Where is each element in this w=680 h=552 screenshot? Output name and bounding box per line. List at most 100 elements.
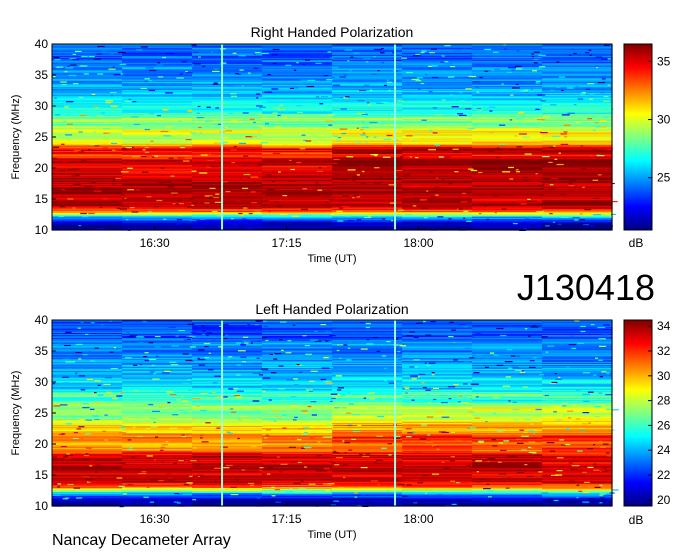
noise-speck: [282, 399, 285, 401]
noise-speck: [290, 168, 295, 171]
noise-speck: [370, 480, 378, 482]
noise-speck: [571, 465, 580, 467]
noise-speck: [196, 405, 201, 407]
noise-speck: [241, 469, 246, 471]
noise-speck: [537, 437, 541, 439]
noise-speck: [96, 148, 102, 150]
noise-speck: [340, 96, 343, 99]
noise-speck: [101, 50, 107, 52]
noise-speck: [339, 207, 344, 209]
noise-speck: [148, 358, 157, 360]
noise-speck: [529, 360, 535, 362]
noise-speck: [350, 56, 354, 58]
noise-speck: [364, 501, 372, 503]
noise-speck: [589, 54, 593, 56]
noise-speck: [242, 340, 251, 342]
noise-speck: [423, 320, 426, 323]
noise-speck: [257, 130, 261, 132]
noise-speck: [498, 153, 507, 155]
colorbar-tick-label: 28: [657, 394, 671, 408]
noise-speck: [307, 79, 316, 81]
noise-speck: [535, 80, 541, 83]
noise-speck: [582, 393, 590, 395]
noise-speck: [268, 466, 274, 469]
noise-speck: [166, 391, 174, 393]
noise-speck: [153, 421, 156, 423]
noise-speck: [347, 60, 350, 62]
noise-speck: [424, 362, 427, 364]
noise-speck: [395, 358, 399, 360]
noise-speck: [313, 223, 319, 225]
noise-speck: [78, 151, 85, 153]
noise-speck: [179, 486, 187, 488]
noise-speck: [416, 77, 423, 79]
noise-speck: [66, 101, 74, 103]
noise-speck: [332, 450, 336, 452]
noise-speck: [240, 344, 246, 346]
noise-speck: [294, 87, 299, 89]
noise-speck: [70, 498, 74, 501]
noise-speck: [192, 499, 197, 501]
noise-speck: [512, 223, 518, 225]
noise-speck: [304, 214, 312, 216]
noise-speck: [75, 343, 83, 345]
noise-speck: [587, 499, 590, 501]
noise-speck: [489, 110, 493, 112]
noise-speck: [304, 59, 310, 61]
noise-speck: [563, 131, 568, 133]
noise-speck: [387, 187, 395, 189]
noise-speck: [155, 140, 162, 143]
noise-speck: [101, 324, 104, 326]
noise-speck: [171, 175, 175, 177]
noise-speck: [395, 150, 404, 152]
noise-speck: [572, 356, 576, 358]
noise-speck: [503, 48, 507, 50]
noise-speck: [536, 211, 545, 213]
noise-speck: [505, 487, 510, 489]
noise-speck: [353, 52, 360, 54]
noise-speck: [515, 117, 523, 119]
noise-speck: [454, 50, 462, 52]
noise-speck: [171, 130, 179, 133]
noise-speck: [333, 158, 340, 161]
noise-speck: [147, 211, 152, 213]
noise-speck: [556, 457, 564, 459]
noise-speck: [121, 205, 129, 207]
noise-speck: [476, 471, 479, 473]
noise-speck: [242, 187, 249, 189]
noise-speck: [169, 427, 178, 429]
noise-speck: [420, 199, 427, 201]
noise-speck: [160, 446, 166, 448]
noise-speck: [186, 338, 191, 341]
x-tick-label: 18:00: [403, 236, 433, 250]
noise-speck: [58, 215, 65, 217]
noise-speck: [80, 212, 87, 215]
noise-speck: [116, 207, 121, 209]
noise-speck: [252, 502, 259, 504]
noise-speck: [307, 405, 312, 408]
x-tick-label: 16:30: [140, 236, 170, 250]
noise-speck: [382, 156, 391, 158]
noise-speck: [282, 116, 288, 118]
noise-speck: [387, 136, 395, 138]
noise-speck: [235, 479, 239, 481]
noise-speck: [581, 92, 586, 94]
noise-speck: [180, 147, 185, 149]
noise-speck: [145, 67, 154, 69]
noise-speck: [156, 64, 164, 66]
noise-speck: [115, 204, 123, 206]
noise-speck: [157, 76, 164, 78]
noise-speck: [301, 446, 304, 448]
noise-speck: [367, 130, 373, 132]
noise-speck: [306, 379, 310, 381]
noise-speck: [399, 345, 407, 347]
noise-speck: [424, 492, 427, 494]
noise-speck: [85, 453, 89, 455]
noise-speck: [335, 139, 340, 141]
noise-speck: [505, 376, 512, 378]
noise-speck: [467, 427, 470, 429]
noise-speck: [135, 189, 140, 191]
noise-speck: [110, 91, 117, 94]
noise-speck: [308, 483, 316, 485]
noise-speck: [431, 372, 435, 374]
